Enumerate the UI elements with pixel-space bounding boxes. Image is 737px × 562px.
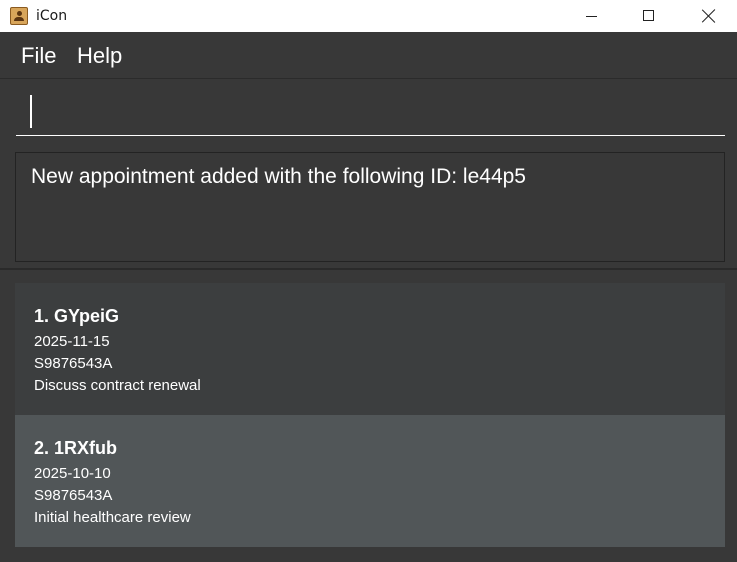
app-icon — [10, 7, 28, 25]
result-display: New appointment added with the following… — [15, 152, 725, 262]
text-caret — [30, 95, 32, 128]
appointment-card[interactable]: 1. GYpeiG 2025-11-15 S9876543A Discuss c… — [15, 283, 725, 415]
maximize-button[interactable] — [626, 0, 672, 32]
appointment-title: 2. 1RXfub — [34, 438, 118, 458]
title-bar: iCon — [0, 0, 737, 32]
minimize-button[interactable] — [569, 0, 615, 32]
window-title: iCon — [36, 8, 68, 24]
command-box[interactable] — [16, 86, 725, 136]
maximize-icon — [643, 10, 654, 21]
appointment-description: Initial healthcare review — [34, 509, 191, 526]
menu-help[interactable]: Help — [77, 43, 122, 69]
list-footer-gap — [15, 547, 725, 562]
appointment-nric: S9876543A — [34, 487, 113, 504]
close-icon — [702, 9, 716, 23]
appointment-title: 1. GYpeiG — [34, 306, 120, 326]
divider — [0, 268, 737, 270]
command-input[interactable] — [16, 86, 725, 135]
result-message: New appointment added with the following… — [31, 165, 526, 188]
appointment-card-selected[interactable]: 2. 1RXfub 2025-10-10 S9876543A Initial h… — [15, 415, 725, 547]
minimize-icon — [586, 16, 597, 17]
appointment-date: 2025-10-10 — [34, 465, 111, 482]
menu-bar: File Help — [0, 32, 737, 79]
appointment-date: 2025-11-15 — [34, 333, 110, 350]
appointment-list[interactable]: 1. GYpeiG 2025-11-15 S9876543A Discuss c… — [15, 283, 725, 562]
appointment-nric: S9876543A — [34, 355, 113, 372]
close-button[interactable] — [685, 0, 731, 32]
appointment-description: Discuss contract renewal — [34, 377, 201, 394]
menu-file[interactable]: File — [21, 43, 56, 69]
